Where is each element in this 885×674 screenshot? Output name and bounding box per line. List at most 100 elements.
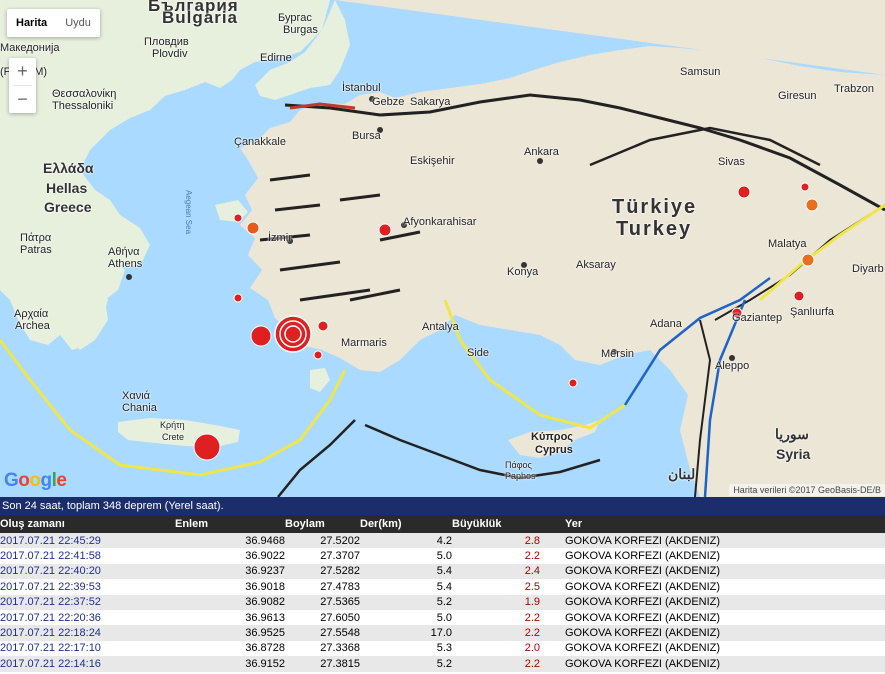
table-row[interactable]: 2017.07.21 22:18:24 36.9525 27.5548 17.0 2.2… bbox=[0, 625, 885, 641]
cell-time[interactable]: 2017.07.21 22:14:16 bbox=[0, 656, 175, 672]
cell-longitude: 27.5365 bbox=[285, 594, 360, 610]
label-turkey-local: Türkiye bbox=[612, 196, 698, 218]
table-row[interactable]: 2017.07.21 22:37:52 36.9082 27.5365 5.2 1.9 G… bbox=[0, 594, 885, 610]
cell-depth: 5.2 bbox=[360, 594, 452, 610]
label-malatya: Malatya bbox=[768, 238, 807, 250]
earthquake-marker bbox=[246, 221, 260, 235]
earthquake-marker bbox=[378, 223, 392, 237]
label-bulgaria: Bulgaria bbox=[162, 8, 239, 27]
earthquake-marker bbox=[233, 213, 243, 223]
earthquake-map[interactable]: България Bulgaria Македонија (FYROM) Пло… bbox=[0, 0, 885, 497]
table-row[interactable]: 2017.07.21 22:39:53 36.9018 27.4783 5.4 2.5 G… bbox=[0, 579, 885, 595]
google-logo[interactable]: Google bbox=[4, 470, 67, 492]
label-burgas-local: Бургас bbox=[278, 12, 312, 24]
cell-time[interactable]: 2017.07.21 22:20:36 bbox=[0, 609, 175, 626]
zoom-in-button[interactable]: + bbox=[9, 58, 36, 85]
cell-latitude: 36.9613 bbox=[175, 609, 285, 626]
header-magnitude[interactable]: Büyüklük bbox=[452, 515, 540, 533]
label-ankara: Ankara bbox=[524, 146, 559, 158]
summary-bar: Son 24 saat, toplam 348 deprem (Yerel sa… bbox=[0, 497, 885, 515]
cell-time[interactable]: 2017.07.21 22:37:52 bbox=[0, 594, 175, 610]
label-sivas: Sivas bbox=[718, 156, 745, 168]
table-row[interactable]: 2017.07.21 22:41:58 36.9022 27.3707 5.0 2.2 G… bbox=[0, 548, 885, 564]
label-chania-local: Χανιά bbox=[122, 390, 150, 402]
label-archea: Archea bbox=[15, 320, 50, 332]
label-crete-local: Κρήτη bbox=[160, 420, 185, 430]
earthquake-marker bbox=[313, 350, 323, 360]
earthquake-marker bbox=[568, 378, 578, 388]
cell-longitude: 27.6050 bbox=[285, 609, 360, 626]
cell-longitude: 27.3815 bbox=[285, 656, 360, 672]
header-latitude[interactable]: Enlem bbox=[175, 515, 285, 533]
fault-hellenic bbox=[277, 419, 356, 497]
earthquake-marker bbox=[805, 198, 819, 212]
cell-depth: 5.2 bbox=[360, 656, 452, 672]
cell-longitude: 27.3368 bbox=[285, 640, 360, 657]
map-attribution[interactable]: Harita verileri ©2017 GeoBasis-DE/B bbox=[729, 484, 885, 496]
table-row[interactable]: 2017.07.21 22:20:36 36.9613 27.6050 5.0 2.2 G… bbox=[0, 609, 885, 626]
cell-time[interactable]: 2017.07.21 22:17:10 bbox=[0, 640, 175, 657]
label-crete: Crete bbox=[162, 432, 185, 442]
cell-magnitude: 1.9 bbox=[452, 594, 540, 610]
map-type-control: Harita Uydu bbox=[7, 9, 100, 37]
cell-depth: 4.2 bbox=[360, 533, 452, 549]
label-hellas: Hellas bbox=[46, 180, 88, 196]
label-athens-local: Αθήνα bbox=[108, 246, 140, 258]
table-row[interactable]: 2017.07.21 22:14:16 36.9152 27.3815 5.2 2.2 G… bbox=[0, 656, 885, 672]
zoom-control: + − bbox=[9, 58, 36, 113]
earthquake-marker bbox=[250, 325, 272, 347]
label-plovdiv-local: Пловдив bbox=[144, 36, 189, 48]
earthquake-marker bbox=[193, 433, 221, 461]
cell-location: GOKOVA KORFEZI (AKDENIZ) bbox=[540, 579, 885, 595]
cell-time[interactable]: 2017.07.21 22:18:24 bbox=[0, 625, 175, 641]
cell-location: GOKOVA KORFEZI (AKDENIZ) bbox=[540, 625, 885, 641]
cell-depth: 5.3 bbox=[360, 640, 452, 657]
label-archea-local: Αρχαία bbox=[14, 308, 49, 320]
label-burgas: Burgas bbox=[283, 24, 318, 36]
label-edirne: Edirne bbox=[260, 52, 292, 64]
header-location[interactable]: Yer bbox=[540, 515, 885, 533]
cell-longitude: 27.3707 bbox=[285, 548, 360, 564]
map-type-satellite-button[interactable]: Uydu bbox=[56, 9, 100, 37]
label-adana: Adana bbox=[650, 318, 682, 330]
label-eskisehir: Eskişehir bbox=[410, 155, 455, 167]
land-lesbos bbox=[215, 200, 248, 222]
label-antalya: Antalya bbox=[422, 321, 459, 333]
table-row[interactable]: 2017.07.21 22:17:10 36.8728 27.3368 5.3 2.0 G… bbox=[0, 640, 885, 657]
cell-time[interactable]: 2017.07.21 22:41:58 bbox=[0, 548, 175, 564]
cell-time[interactable]: 2017.07.21 22:45:29 bbox=[0, 533, 175, 549]
label-sakarya: Sakarya bbox=[410, 96, 451, 108]
cell-latitude: 36.9018 bbox=[175, 579, 285, 595]
cell-depth: 5.4 bbox=[360, 563, 452, 580]
label-macedonia: Македонија bbox=[0, 42, 60, 54]
label-sanliurfa: Şanlıurfa bbox=[790, 306, 835, 318]
cell-magnitude: 2.0 bbox=[452, 640, 540, 657]
cell-time[interactable]: 2017.07.21 22:40:20 bbox=[0, 563, 175, 580]
table-row[interactable]: 2017.07.21 22:45:29 36.9468 27.5202 4.2 2.8 G… bbox=[0, 533, 885, 549]
cell-location: GOKOVA KORFEZI (AKDENIZ) bbox=[540, 609, 885, 626]
label-athens: Athens bbox=[108, 258, 143, 270]
label-greece-local: Ελλάδα bbox=[43, 160, 94, 176]
header-depth[interactable]: Der(km) bbox=[360, 515, 452, 533]
cell-longitude: 27.5202 bbox=[285, 533, 360, 549]
cell-magnitude: 2.8 bbox=[452, 533, 540, 549]
header-longitude[interactable]: Boylam bbox=[285, 515, 360, 533]
header-time[interactable]: Oluş zamanı bbox=[0, 515, 175, 533]
cell-time[interactable]: 2017.07.21 22:39:53 bbox=[0, 579, 175, 595]
zoom-out-button[interactable]: − bbox=[9, 86, 36, 113]
cell-magnitude: 2.5 bbox=[452, 579, 540, 595]
label-pafos-local: Πάφος bbox=[505, 460, 532, 470]
label-greece: Greece bbox=[44, 199, 92, 215]
label-konya: Konya bbox=[507, 266, 539, 278]
label-gebze: Gebze bbox=[372, 96, 405, 108]
label-aksaray: Aksaray bbox=[576, 259, 616, 271]
cell-latitude: 36.9468 bbox=[175, 533, 285, 549]
label-patras-local: Πάτρα bbox=[20, 232, 52, 244]
table-row[interactable]: 2017.07.21 22:40:20 36.9237 27.5282 5.4 2.4 G… bbox=[0, 563, 885, 580]
label-canakkale: Çanakkale bbox=[234, 136, 286, 148]
label-afyon: Afyonkarahisar bbox=[403, 216, 477, 228]
earthquake-marker bbox=[800, 182, 810, 192]
cell-latitude: 36.9152 bbox=[175, 656, 285, 672]
map-type-map-button[interactable]: Harita bbox=[7, 9, 56, 37]
label-trabzon: Trabzon bbox=[834, 83, 874, 95]
